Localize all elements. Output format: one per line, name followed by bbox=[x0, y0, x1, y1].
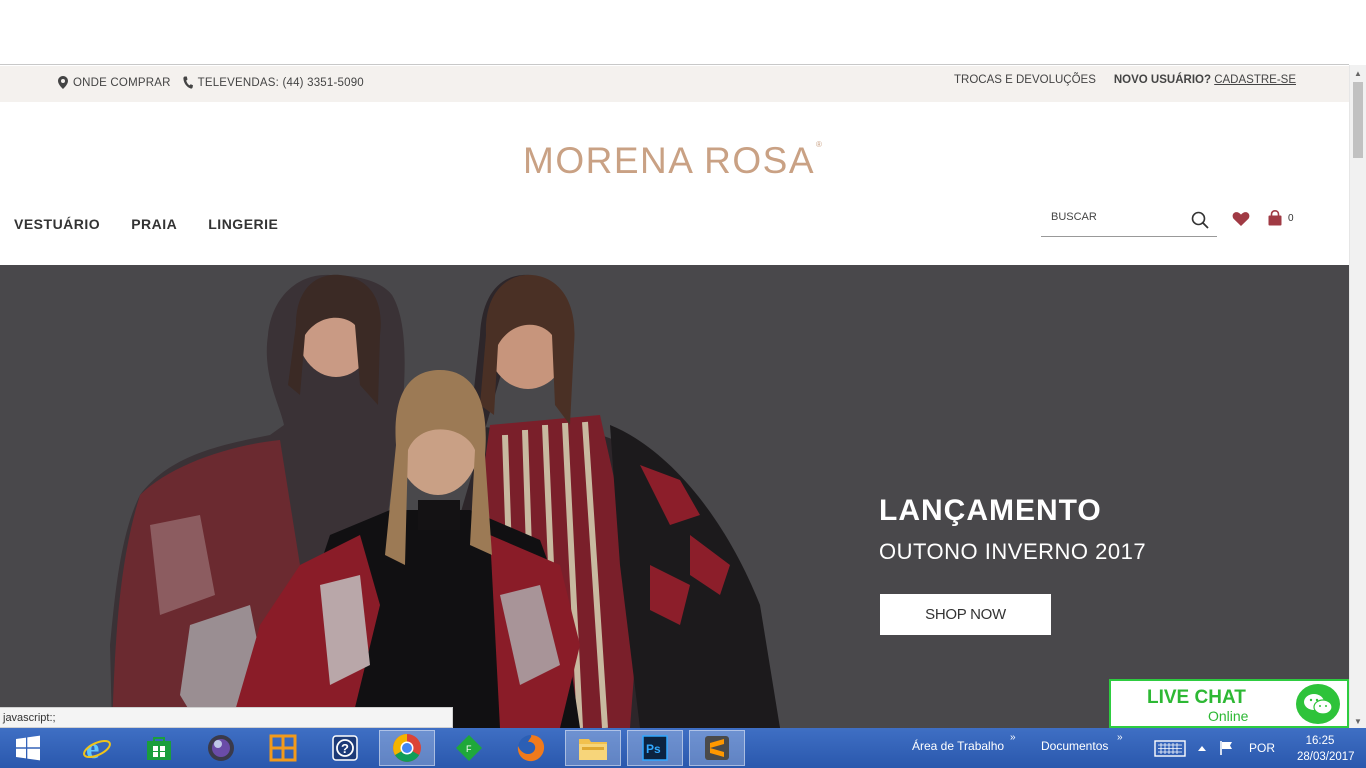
map-pin-icon bbox=[58, 76, 68, 89]
shop-now-button[interactable]: SHOP NOW bbox=[880, 594, 1051, 635]
sublime-text-icon bbox=[705, 736, 729, 760]
live-chat-status: Online bbox=[1208, 708, 1249, 724]
chat-bubbles-icon bbox=[1296, 684, 1340, 724]
office-grid-icon bbox=[269, 734, 297, 762]
taskbar-chrome[interactable] bbox=[379, 730, 435, 766]
search-box bbox=[1041, 205, 1217, 237]
chrome-icon bbox=[393, 734, 421, 762]
live-chat-widget[interactable]: LIVE CHAT Online bbox=[1109, 679, 1349, 728]
store-bag-icon bbox=[147, 737, 171, 760]
scroll-up-arrow-icon[interactable]: ▲ bbox=[1354, 69, 1362, 78]
help-question-icon: ? bbox=[332, 735, 358, 761]
taskbar-help-app[interactable]: ? bbox=[317, 730, 373, 766]
brand-logo[interactable]: MORENA ROSA® bbox=[523, 140, 823, 182]
telesales-link[interactable]: TELEVENDAS: (44) 3351-5090 bbox=[182, 76, 364, 89]
nav-item-praia[interactable]: PRAIA bbox=[131, 216, 177, 232]
input-language[interactable]: POR bbox=[1249, 741, 1275, 755]
returns-link[interactable]: TROCAS E DEVOLUÇÕES bbox=[954, 74, 1096, 86]
phone-icon bbox=[182, 76, 193, 89]
main-nav: VESTUÁRIO PRAIA LINGERIE bbox=[14, 216, 278, 232]
scroll-thumb[interactable] bbox=[1353, 82, 1363, 158]
folder-icon bbox=[579, 739, 607, 760]
where-to-buy-label: ONDE COMPRAR bbox=[73, 76, 171, 89]
search-input[interactable] bbox=[1051, 211, 1186, 223]
hero-subtitle: OUTONO INVERNO 2017 bbox=[879, 539, 1147, 564]
chevron-right-icon[interactable]: » bbox=[1010, 732, 1016, 743]
taskbar-sublime-text[interactable] bbox=[689, 730, 745, 766]
firefox-icon bbox=[517, 735, 545, 762]
new-user-label: NOVO USUÁRIO? bbox=[1113, 74, 1211, 86]
photoshop-icon: Ps bbox=[642, 735, 668, 761]
windows-logo-icon bbox=[16, 735, 40, 761]
browser-top-area bbox=[0, 0, 1349, 65]
taskbar-media-player[interactable] bbox=[193, 730, 249, 766]
toolbar-documents[interactable]: Documentos bbox=[1041, 739, 1108, 753]
taskbar-firefox[interactable] bbox=[503, 730, 559, 766]
page-scrollbar[interactable]: ▲ ▼ bbox=[1349, 65, 1366, 728]
taskbar-green-app[interactable]: F bbox=[441, 730, 497, 766]
keyboard-icon[interactable] bbox=[1154, 740, 1186, 757]
live-chat-title: LIVE CHAT bbox=[1147, 687, 1246, 708]
scroll-down-arrow-icon[interactable]: ▼ bbox=[1354, 717, 1362, 726]
heart-icon[interactable] bbox=[1232, 211, 1250, 227]
taskbar-internet-explorer[interactable]: e bbox=[69, 730, 125, 766]
start-button[interactable] bbox=[0, 730, 56, 766]
nav-item-vestuario[interactable]: VESTUÁRIO bbox=[14, 216, 100, 232]
taskbar-office-app[interactable] bbox=[255, 730, 311, 766]
clock-time: 16:25 bbox=[1305, 735, 1335, 747]
hero-campaign-image bbox=[110, 274, 780, 728]
nav-item-lingerie[interactable]: LINGERIE bbox=[208, 216, 278, 232]
taskbar-photoshop[interactable]: Ps bbox=[627, 730, 683, 766]
telesales-label: TELEVENDAS: (44) 3351-5090 bbox=[197, 76, 364, 89]
utility-left: ONDE COMPRAR TELEVENDAS: (44) 3351-5090 bbox=[58, 76, 364, 89]
windows-taskbar: e ? F Ps Área de Trabalho » Documentos »… bbox=[0, 728, 1366, 768]
toolbar-desktop[interactable]: Área de Trabalho bbox=[912, 739, 1004, 753]
taskbar-clock[interactable]: 16:25 28/03/2017 bbox=[1297, 733, 1355, 765]
search-icon[interactable] bbox=[1191, 211, 1209, 229]
utility-bar: ONDE COMPRAR TELEVENDAS: (44) 3351-5090 … bbox=[0, 66, 1349, 102]
cart-count: 0 bbox=[1288, 213, 1294, 224]
brand-logo-text: MORENA ROSA bbox=[523, 140, 815, 181]
green-diamond-icon: F bbox=[456, 735, 482, 761]
chevron-right-icon[interactable]: » bbox=[1117, 732, 1123, 743]
shopping-bag-icon[interactable] bbox=[1267, 210, 1283, 226]
action-center-flag-icon[interactable] bbox=[1219, 740, 1235, 756]
where-to-buy-link[interactable]: ONDE COMPRAR bbox=[58, 76, 171, 89]
internet-explorer-icon: e bbox=[83, 733, 111, 763]
registered-mark: ® bbox=[816, 140, 824, 149]
clock-date: 28/03/2017 bbox=[1297, 751, 1355, 763]
show-hidden-icons-icon[interactable] bbox=[1197, 744, 1207, 752]
utility-right: TROCAS E DEVOLUÇÕES NOVO USUÁRIO? CADAST… bbox=[954, 74, 1296, 86]
browser-screen: ONDE COMPRAR TELEVENDAS: (44) 3351-5090 … bbox=[0, 0, 1366, 768]
svg-text:?: ? bbox=[341, 741, 349, 756]
taskbar-store[interactable] bbox=[131, 730, 187, 766]
status-url-bar: javascript:; bbox=[0, 707, 453, 728]
svg-text:Ps: Ps bbox=[646, 742, 661, 756]
hero-title: LANÇAMENTO bbox=[879, 494, 1102, 527]
taskbar-file-explorer[interactable] bbox=[565, 730, 621, 766]
signup-link[interactable]: CADASTRE-SE bbox=[1214, 74, 1296, 86]
svg-text:F: F bbox=[466, 744, 472, 754]
media-orb-icon bbox=[208, 735, 234, 761]
hero-banner[interactable]: LANÇAMENTO OUTONO INVERNO 2017 SHOP NOW bbox=[0, 265, 1349, 728]
